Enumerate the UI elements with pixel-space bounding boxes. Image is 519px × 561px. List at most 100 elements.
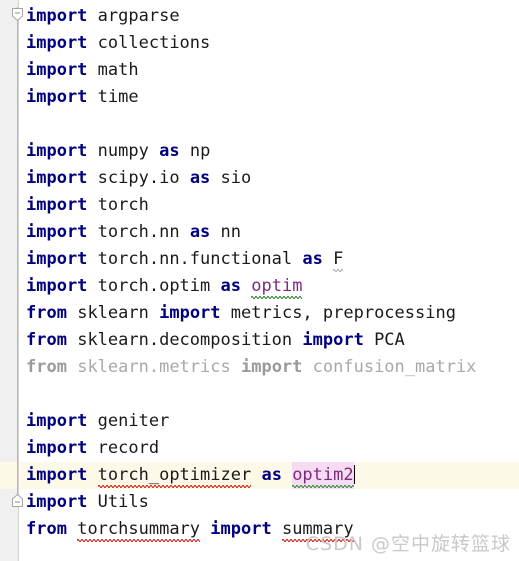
token-keyword: import: [26, 195, 88, 215]
code-line[interactable]: import scipy.io as sio: [0, 165, 519, 192]
token-keyword: as: [220, 276, 241, 296]
code-line[interactable]: import numpy as np: [0, 138, 519, 165]
token-keyword: from: [26, 330, 67, 350]
token-identifier: np: [189, 141, 211, 161]
code-line[interactable]: import Utils: [0, 489, 519, 516]
code-line[interactable]: import argparse: [0, 3, 519, 30]
code-line-text: import collections: [26, 30, 210, 57]
token-identifier: torch.nn: [97, 222, 180, 242]
code-line[interactable]: from sklearn import metrics, preprocessi…: [0, 300, 519, 327]
token-identifier: [180, 168, 190, 188]
token-identifier: sklearn.metrics: [77, 357, 231, 377]
code-line[interactable]: import torch.optim as optim: [0, 273, 519, 300]
code-line-text: import torch: [26, 192, 149, 219]
fold-region-end-icon[interactable]: [10, 493, 25, 508]
token-identifier: metrics, preprocessing: [230, 303, 456, 323]
code-line[interactable]: import collections: [0, 30, 519, 57]
token-keyword: as: [261, 465, 282, 485]
code-line-text: import math: [26, 57, 139, 84]
token-warning: torchsummary: [77, 516, 200, 543]
token-keyword: from: [26, 303, 67, 323]
token-keyword: import: [26, 438, 88, 458]
token-identifier: [67, 519, 77, 539]
token-warning: torch_optimizer: [97, 462, 251, 489]
token-identifier: [323, 249, 333, 269]
token-keyword: import: [26, 141, 88, 161]
token-keyword: import: [26, 222, 88, 242]
token-keyword: from: [26, 519, 67, 539]
token-identifier: [67, 303, 77, 323]
token-keyword: import: [26, 249, 88, 269]
token-keyword: as: [189, 168, 211, 188]
code-line-current[interactable]: import torch_optimizer as optim2: [0, 462, 519, 489]
token-keyword: as: [302, 249, 323, 269]
token-identifier: [221, 303, 231, 323]
token-keyword: import: [26, 87, 88, 107]
code-line-text: from sklearn import metrics, preprocessi…: [26, 300, 456, 327]
token-identifier: nn: [220, 222, 242, 242]
token-keyword: as: [159, 141, 180, 161]
token-keyword: import: [159, 303, 221, 323]
token-identifier: [364, 330, 374, 350]
token-identifier: [210, 168, 220, 188]
token-keyword: import: [26, 465, 88, 485]
token-keyword: import: [302, 330, 364, 350]
code-line[interactable]: [0, 111, 519, 138]
code-line-text: import geniter: [26, 408, 169, 435]
code-line-text: import record: [26, 435, 159, 462]
token-identifier: [87, 168, 97, 188]
csdn-watermark: CSDN @空中旋转篮球: [305, 533, 511, 555]
token-identifier: [87, 33, 97, 53]
code-content[interactable]: import argparse import collections import …: [0, 0, 519, 561]
fold-region-line: [17, 7, 18, 507]
code-line[interactable]: import torch.nn.functional as F: [0, 246, 519, 273]
token-identifier: [87, 141, 97, 161]
code-line[interactable]: from sklearn.decomposition import PCA: [0, 327, 519, 354]
token-identifier: [87, 6, 97, 26]
code-line[interactable]: import torch: [0, 192, 519, 219]
gutter-separator: [18, 0, 19, 561]
token-identifier: [87, 492, 97, 512]
token-keyword: import: [26, 411, 88, 431]
token-identifier: [87, 465, 97, 485]
token-keyword: as: [189, 222, 211, 242]
token-identifier: [180, 141, 190, 161]
token-identifier: collections: [97, 33, 211, 53]
code-line-text: import time: [26, 84, 139, 111]
code-line[interactable]: import time: [0, 84, 519, 111]
token-keyword: import: [26, 168, 88, 188]
token-identifier: [302, 357, 312, 377]
token-identifier: [87, 87, 97, 107]
fold-region-start-icon[interactable]: [10, 7, 25, 22]
code-line[interactable]: import record: [0, 435, 519, 462]
token-identifier: [251, 465, 261, 485]
token-identifier: argparse: [97, 6, 180, 26]
token-identifier: torch: [97, 195, 149, 215]
token-identifier: [67, 357, 77, 377]
token-identifier: geniter: [97, 411, 170, 431]
token-identifier: torch.optim: [97, 276, 211, 296]
code-line[interactable]: import math: [0, 57, 519, 84]
token-identifier: sklearn.decomposition: [77, 330, 293, 350]
token-keyword: import: [26, 492, 88, 512]
token-identifier: [87, 222, 97, 242]
code-line[interactable]: [0, 381, 519, 408]
token-warning: optim2: [292, 462, 355, 489]
code-line-text: import torch.nn as nn: [26, 219, 241, 246]
code-line-text: import numpy as np: [26, 138, 210, 165]
token-identifier: [87, 411, 97, 431]
token-identifier: [87, 195, 97, 215]
code-editor[interactable]: import argparse import collections import …: [0, 0, 519, 561]
token-identifier: record: [97, 438, 160, 458]
token-identifier: [292, 330, 302, 350]
code-line[interactable]: import geniter: [0, 408, 519, 435]
code-line-text: import torch.nn.functional as F: [26, 246, 344, 273]
token-identifier: [272, 519, 282, 539]
token-identifier: scipy.io: [97, 168, 180, 188]
token-keyword: from: [26, 357, 67, 377]
token-keyword: import: [26, 6, 88, 26]
code-line-text: from sklearn.decomposition import PCA: [26, 327, 405, 354]
code-line[interactable]: from sklearn.metrics import confusion_ma…: [0, 354, 519, 381]
code-line[interactable]: import torch.nn as nn: [0, 219, 519, 246]
token-identifier: [210, 222, 220, 242]
